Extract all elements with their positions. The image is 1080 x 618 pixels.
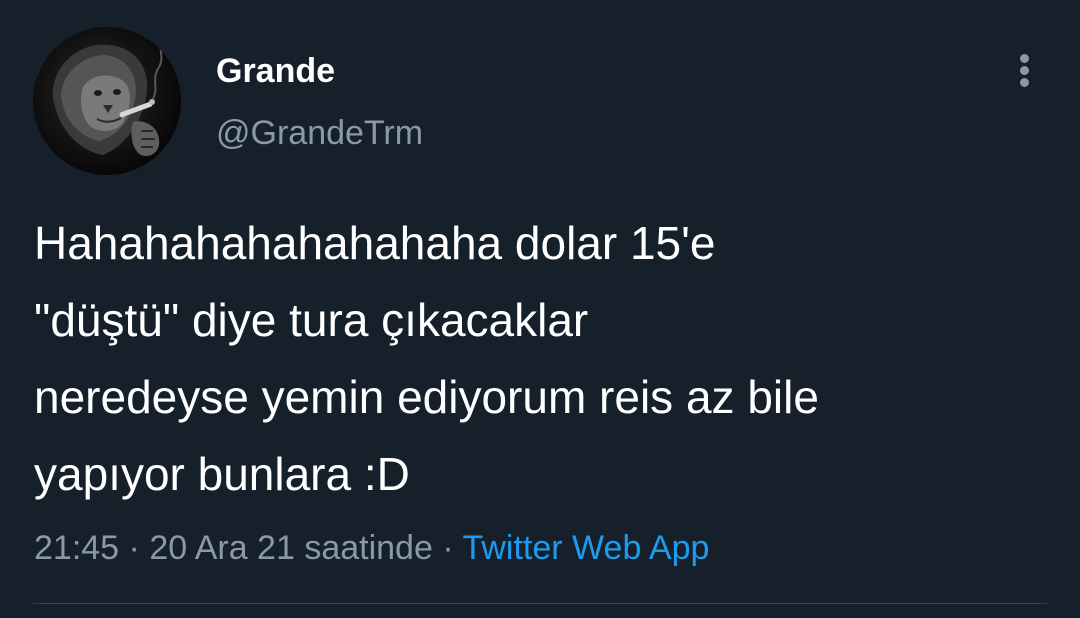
- lion-avatar-icon: [33, 27, 181, 175]
- more-vertical-icon: [1020, 78, 1029, 87]
- tweet-source-link[interactable]: Twitter Web App: [462, 529, 709, 567]
- tweet-text-line: "düştü" diye tura çıkacaklar: [34, 294, 589, 346]
- tweet-text-line: neredeyse yemin ediyorum reis az bile: [34, 371, 819, 423]
- tweet-text-line: Hahahahahahahahaha dolar 15'e: [34, 217, 716, 269]
- tweet-text-line: yapıyor bunlara :D: [34, 448, 410, 500]
- more-vertical-icon: [1020, 54, 1029, 63]
- more-vertical-icon: [1020, 66, 1029, 75]
- tweet-card: Grande @GrandeTrm Hahahahahahahahaha dol…: [0, 0, 1080, 618]
- user-handle[interactable]: @GrandeTrm: [216, 113, 423, 153]
- tweet-date[interactable]: 20 Ara 21 saatinde: [149, 529, 433, 567]
- divider: [33, 603, 1047, 604]
- display-name[interactable]: Grande: [216, 50, 335, 92]
- separator: ·: [432, 529, 463, 567]
- tweet-text: Hahahahahahahahaha dolar 15'e "düştü" di…: [34, 205, 1054, 513]
- tweet-metadata: 21:45 · 20 Ara 21 saatinde · Twitter Web…: [34, 527, 709, 569]
- more-options-button[interactable]: [1008, 50, 1042, 90]
- separator: ·: [119, 529, 150, 567]
- avatar[interactable]: [33, 27, 181, 175]
- tweet-time[interactable]: 21:45: [34, 529, 119, 567]
